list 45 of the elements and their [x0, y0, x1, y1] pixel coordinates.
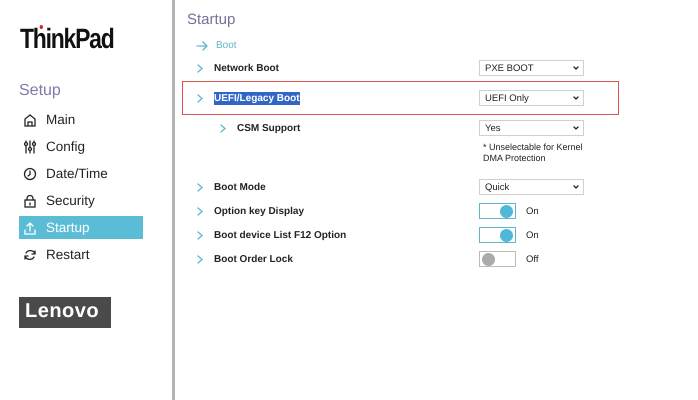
logo: ThinkPad	[20, 22, 114, 56]
toggle-switch[interactable]	[479, 251, 516, 267]
note-text: * Unselectable for Kernel DMA Protection	[483, 142, 584, 164]
caret-icon	[573, 96, 579, 100]
section-title: Setup	[19, 82, 62, 100]
setting-label: Boot Mode	[214, 180, 266, 194]
chevron-icon	[197, 64, 203, 72]
arrow-icon	[196, 40, 208, 50]
sidebar-item[interactable]: Restart	[19, 241, 143, 268]
lock-icon	[23, 194, 37, 208]
chevron-icon	[197, 254, 203, 264]
home-icon	[23, 112, 37, 126]
upload-icon	[23, 220, 37, 234]
chevron-icon	[197, 182, 203, 192]
page-title: Startup	[187, 11, 236, 28]
sidebar-item[interactable]: Security	[19, 187, 143, 214]
clock-icon	[23, 166, 37, 180]
toggle-switch[interactable]	[479, 203, 516, 219]
sidebar-item[interactable]: Config	[19, 133, 143, 160]
setting-label: CSM Support	[237, 122, 300, 134]
sidebar-item[interactable]: Date/Time	[19, 160, 143, 187]
caret-icon	[573, 66, 579, 70]
brand-logo: Lenovo	[19, 297, 111, 328]
toggle-switch[interactable]	[479, 227, 516, 243]
chevron-icon	[197, 230, 203, 240]
dropdown[interactable]: UEFI Only	[479, 90, 584, 106]
setting-label: Boot Order Lock	[214, 252, 293, 266]
toggle-label: On	[526, 230, 539, 240]
chevron-icon	[220, 124, 226, 132]
chevron-icon	[197, 94, 203, 102]
setting-label: UEFI/Legacy Boot	[214, 92, 300, 104]
dropdown[interactable]: Quick	[479, 179, 584, 195]
caret-icon	[573, 185, 579, 189]
dropdown[interactable]: PXE BOOT	[479, 60, 584, 76]
setting-label: Boot device List F12 Option	[214, 228, 346, 242]
sidebar-item[interactable]: Main	[19, 106, 143, 133]
setting-label: Network Boot	[214, 62, 279, 74]
sliders-icon	[23, 140, 37, 154]
caret-icon	[573, 126, 579, 130]
toggle-label: On	[526, 206, 539, 216]
setting-label: Option key Display	[214, 204, 304, 218]
dropdown[interactable]: Yes	[479, 120, 584, 136]
refresh-icon	[23, 248, 37, 262]
toggle-label: Off	[526, 254, 538, 264]
chevron-icon	[197, 206, 203, 216]
